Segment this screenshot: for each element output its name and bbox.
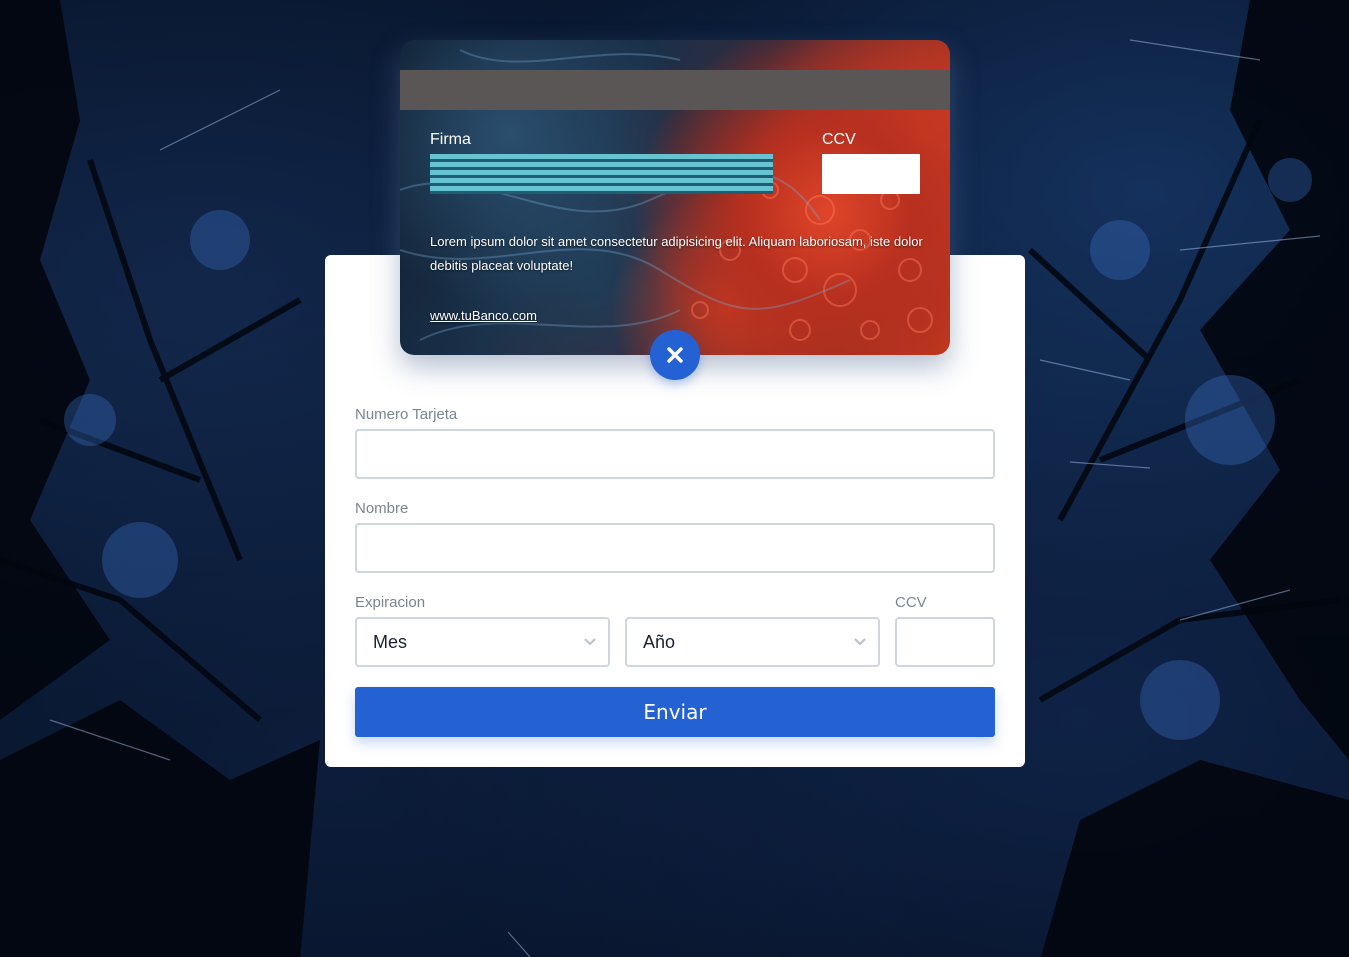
- credit-card-back: Firma CCV Lorem ipsum dolor sit amet con…: [400, 40, 950, 355]
- toggle-form-button[interactable]: [650, 330, 700, 380]
- signature-strip: [430, 154, 773, 194]
- month-select-value: Mes: [373, 632, 408, 652]
- month-select[interactable]: Mes: [355, 617, 610, 667]
- close-icon: [667, 347, 683, 363]
- year-select-value: Año: [643, 632, 676, 652]
- card-ccv-label: CCV: [822, 131, 856, 148]
- ccv-label: CCV: [895, 594, 927, 611]
- expiration-label: Expiracion: [355, 594, 426, 611]
- magnetic-stripe: [400, 70, 950, 110]
- chevron-down-icon: [854, 638, 866, 646]
- signature-label: Firma: [430, 131, 471, 148]
- bank-website-link[interactable]: www.tuBanco.com: [430, 308, 537, 323]
- ccv-input[interactable]: [895, 617, 995, 667]
- year-select[interactable]: Año: [625, 617, 880, 667]
- name-label: Nombre: [355, 500, 409, 517]
- card-number-input[interactable]: [355, 429, 995, 479]
- card-ccv-box: [822, 154, 920, 194]
- name-input[interactable]: [355, 523, 995, 573]
- chevron-down-icon: [584, 638, 596, 646]
- submit-button[interactable]: Enviar: [355, 687, 995, 737]
- card-number-label: Numero Tarjeta: [355, 406, 458, 423]
- card-legal-text: Lorem ipsum dolor sit amet consectetur a…: [430, 234, 923, 273]
